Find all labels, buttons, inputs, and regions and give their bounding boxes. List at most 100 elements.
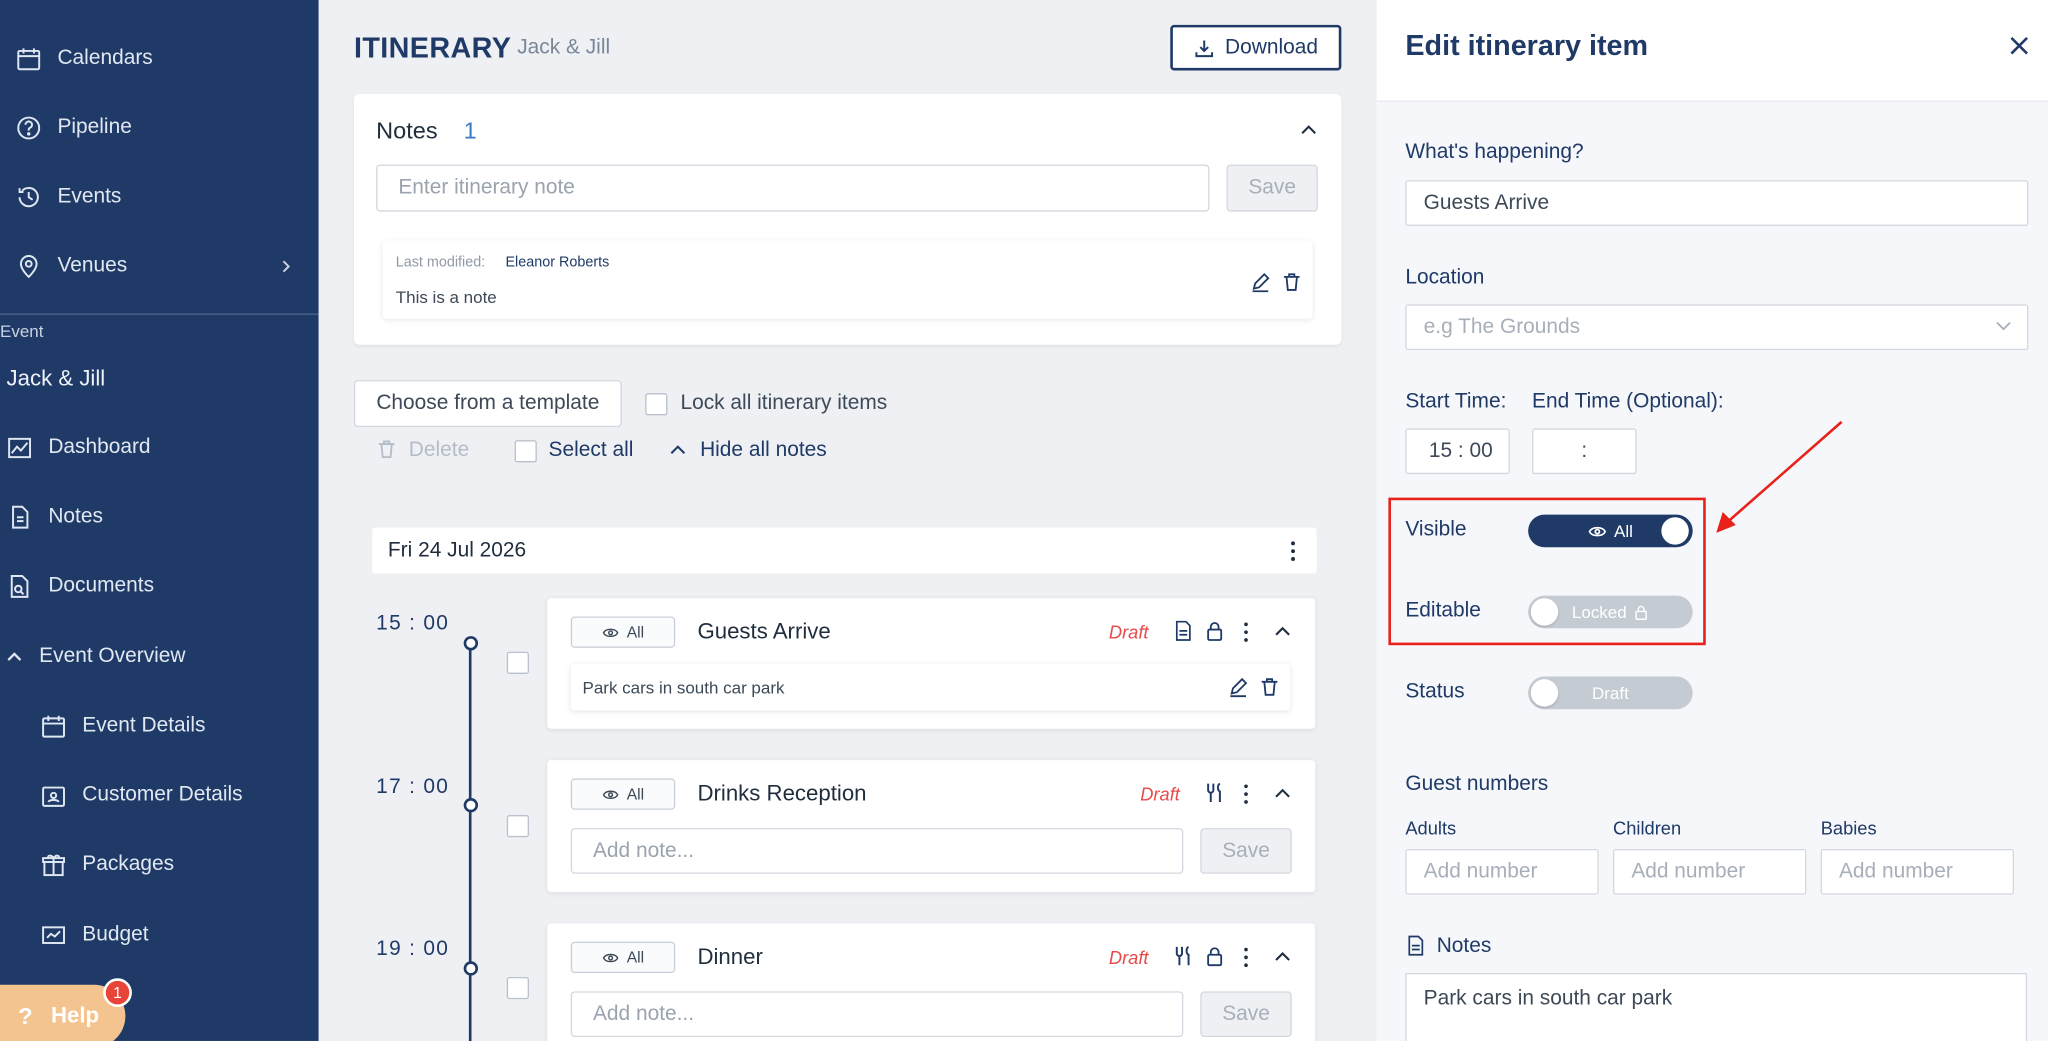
timeline-dot — [463, 961, 479, 976]
babies-label: Babies — [1820, 817, 1877, 839]
more-options-icon[interactable] — [1238, 946, 1254, 970]
sidebar-item-calendars[interactable]: Calendars — [0, 33, 319, 85]
trash-icon[interactable] — [1281, 272, 1302, 293]
itinerary-item-card[interactable]: All Guests Arrive Draft Park cars in sou… — [547, 598, 1316, 729]
sidebar-item-event-overview[interactable]: Event Overview — [0, 631, 319, 683]
more-options-icon[interactable] — [1285, 539, 1301, 563]
itinerary-main: ITINERARY Jack & Jill Download Notes 1 E… — [318, 0, 1377, 1041]
hide-all-notes-button[interactable]: Hide all notes — [700, 439, 827, 463]
document-icon[interactable] — [1173, 620, 1194, 641]
cutlery-icon[interactable] — [1173, 946, 1194, 967]
save-note-button[interactable]: Save — [1226, 164, 1318, 212]
select-all-checkbox[interactable] — [514, 440, 537, 463]
lock-all-checkbox[interactable] — [645, 393, 668, 416]
download-button[interactable]: Download — [1170, 24, 1342, 71]
download-icon — [1194, 37, 1215, 58]
item-checkbox[interactable] — [506, 976, 529, 1000]
sidebar-item-label: Packages — [82, 852, 175, 876]
notes-title: Notes — [376, 117, 438, 144]
item-checkbox[interactable] — [506, 651, 529, 674]
trash-icon[interactable] — [1259, 677, 1280, 698]
sidebar: Calendars Pipeline Events Venues Event J… — [0, 0, 319, 1041]
itinerary-item-card[interactable]: All Drinks Reception Draft Add note... S… — [547, 760, 1316, 893]
sidebar-item-label: Calendars — [57, 47, 153, 70]
item-title: Drinks Reception — [697, 781, 867, 806]
trash-icon — [376, 439, 397, 460]
sidebar-item-dashboard[interactable]: Dashboard — [0, 422, 319, 474]
children-label: Children — [1613, 817, 1682, 839]
choose-template-button[interactable]: Choose from a template — [353, 380, 622, 428]
notes-textarea[interactable]: Park cars in south car park — [1405, 973, 2028, 1041]
location-placeholder: e.g The Grounds — [1423, 315, 1581, 338]
item-checkbox[interactable] — [506, 815, 529, 838]
chevron-right-icon — [280, 257, 293, 275]
sidebar-item-label: Pipeline — [57, 116, 132, 139]
lock-icon[interactable] — [1204, 620, 1225, 641]
save-note-button[interactable]: Save — [1200, 991, 1292, 1038]
file-search-icon — [5, 572, 34, 601]
sidebar-item-label: Notes — [48, 505, 103, 528]
add-note-input[interactable]: Add note... — [570, 991, 1184, 1038]
whats-happening-input[interactable]: Guests Arrive — [1405, 180, 2029, 226]
document-icon — [5, 503, 34, 532]
item-title: Guests Arrive — [697, 619, 831, 644]
sidebar-item-documents[interactable]: Documents — [0, 560, 319, 612]
sidebar-item-venues[interactable]: Venues — [0, 240, 319, 292]
save-note-button[interactable]: Save — [1200, 828, 1292, 874]
babies-input[interactable]: Add number — [1820, 848, 2015, 895]
start-time-input[interactable]: 15 : 00 — [1405, 428, 1510, 475]
children-input[interactable]: Add number — [1613, 848, 1807, 895]
sidebar-item-customer-details[interactable]: Customer Details — [0, 769, 319, 821]
note-entry: Last modified: Eleanor Roberts This is a… — [382, 240, 1313, 319]
close-icon[interactable] — [2007, 34, 2031, 58]
visibility-label: All — [626, 784, 645, 804]
eye-icon — [602, 626, 619, 638]
more-options-icon[interactable] — [1238, 620, 1254, 644]
end-time-label: End Time (Optional): — [1532, 390, 1724, 413]
question-circle-icon — [14, 114, 43, 143]
collapse-notes-icon[interactable] — [1300, 123, 1318, 141]
gift-icon — [39, 850, 68, 879]
more-options-icon[interactable] — [1238, 782, 1254, 806]
sidebar-item-events[interactable]: Events — [0, 171, 319, 223]
sidebar-item-label: Budget — [82, 923, 149, 946]
end-time-input[interactable]: : — [1532, 428, 1637, 475]
note-author: Eleanor Roberts — [505, 254, 610, 271]
status-badge: Draft — [1108, 621, 1149, 643]
guest-numbers-label: Guest numbers — [1405, 773, 1549, 796]
sidebar-item-label: Event Overview — [39, 645, 186, 668]
sidebar-item-budget[interactable]: Budget — [0, 909, 319, 961]
question-icon: ? — [18, 1002, 33, 1029]
notes-label: Notes — [1436, 935, 1492, 958]
sidebar-item-packages[interactable]: Packages — [0, 839, 319, 891]
edit-icon[interactable] — [1228, 677, 1249, 698]
edit-icon[interactable] — [1250, 272, 1271, 293]
sidebar-item-pipeline[interactable]: Pipeline — [0, 102, 319, 154]
collapse-item-icon[interactable] — [1273, 624, 1291, 642]
visibility-pill[interactable]: All — [570, 778, 676, 810]
lock-icon[interactable] — [1204, 946, 1225, 967]
cutlery-icon[interactable] — [1204, 782, 1225, 803]
calendar-icon — [39, 712, 68, 741]
sidebar-item-label: Events — [57, 185, 122, 208]
collapse-item-icon[interactable] — [1273, 950, 1291, 968]
delete-button[interactable]: Delete — [409, 439, 469, 463]
visibility-pill[interactable]: All — [570, 616, 676, 648]
status-toggle[interactable]: Draft — [1528, 676, 1693, 710]
document-icon — [1405, 935, 1426, 956]
visibility-pill[interactable]: All — [570, 941, 676, 974]
itinerary-item-card[interactable]: All Dinner Draft Add note... Save — [547, 923, 1316, 1041]
itinerary-note-input[interactable]: Enter itinerary note — [376, 164, 1210, 212]
select-all-label: Select all — [548, 438, 634, 462]
lock-all-label: Lock all itinerary items — [680, 391, 888, 415]
status-badge: Draft — [1108, 946, 1149, 968]
timeline-line — [468, 641, 472, 1041]
location-select[interactable]: e.g The Grounds — [1405, 304, 2029, 351]
collapse-item-icon[interactable] — [1273, 786, 1291, 804]
panel-header: Edit itinerary item — [1376, 0, 2048, 102]
add-note-input[interactable]: Add note... — [570, 828, 1184, 874]
sidebar-item-label: Dashboard — [48, 436, 151, 459]
sidebar-item-event-details[interactable]: Event Details — [0, 700, 319, 752]
adults-input[interactable]: Add number — [1405, 848, 1599, 895]
sidebar-item-notes[interactable]: Notes — [0, 491, 319, 543]
